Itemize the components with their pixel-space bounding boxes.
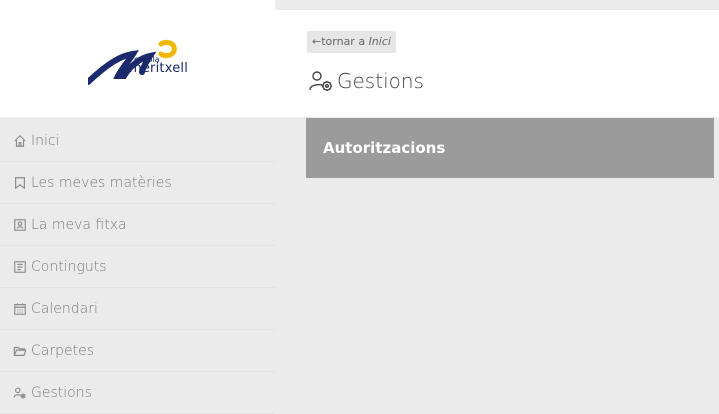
sidebar-item-la-meva-fitxa[interactable]: La meva fitxa <box>0 204 275 246</box>
document-icon <box>12 259 28 275</box>
sidebar-item-label: Continguts <box>31 258 107 275</box>
autoritzacions-card[interactable]: Autoritzacions <box>306 118 714 178</box>
calendar-icon <box>12 301 28 317</box>
sidebar-item-label: Calendari <box>31 300 98 317</box>
sidebar-item-label: La meva fitxa <box>31 216 127 233</box>
back-button[interactable]: ←tornar a Inici <box>307 31 396 53</box>
arrow-left-icon: ← <box>312 35 322 48</box>
user-gear-icon <box>308 69 334 93</box>
page-title: Gestions <box>308 69 424 93</box>
page-header: ←tornar a Inici Gestions <box>275 10 719 117</box>
sidebar-item-label: Inici <box>31 132 60 149</box>
sidebar-nav: Inici Les meves matèries La meva fitxa C… <box>0 120 275 414</box>
back-button-target: Inici <box>368 35 391 48</box>
sidebar-item-les-meves-materies[interactable]: Les meves matèries <box>0 162 275 204</box>
logo-text-big: meritxell <box>129 61 189 76</box>
page-title-text: Gestions <box>337 69 424 93</box>
id-card-icon <box>12 217 28 233</box>
home-icon <box>12 133 28 149</box>
sidebar-item-label: Gestions <box>31 384 92 401</box>
user-gear-icon <box>12 385 28 401</box>
bookmark-icon <box>12 175 28 191</box>
logo-area: escola meritxell <box>0 0 275 117</box>
sidebar-item-continguts[interactable]: Continguts <box>0 246 275 288</box>
folder-icon <box>12 343 28 359</box>
sidebar-item-gestions[interactable]: Gestions <box>0 372 275 414</box>
back-button-text: tornar a <box>321 35 369 48</box>
sidebar-item-carpetes[interactable]: Carpetes <box>0 330 275 372</box>
sidebar: escola meritxell Inici Les meves matèrie… <box>0 0 275 414</box>
card-label: Autoritzacions <box>323 139 446 157</box>
sidebar-item-inici[interactable]: Inici <box>0 120 275 162</box>
sidebar-item-label: Carpetes <box>31 342 95 359</box>
sidebar-item-calendari[interactable]: Calendari <box>0 288 275 330</box>
sidebar-item-label: Les meves matèries <box>31 174 172 191</box>
